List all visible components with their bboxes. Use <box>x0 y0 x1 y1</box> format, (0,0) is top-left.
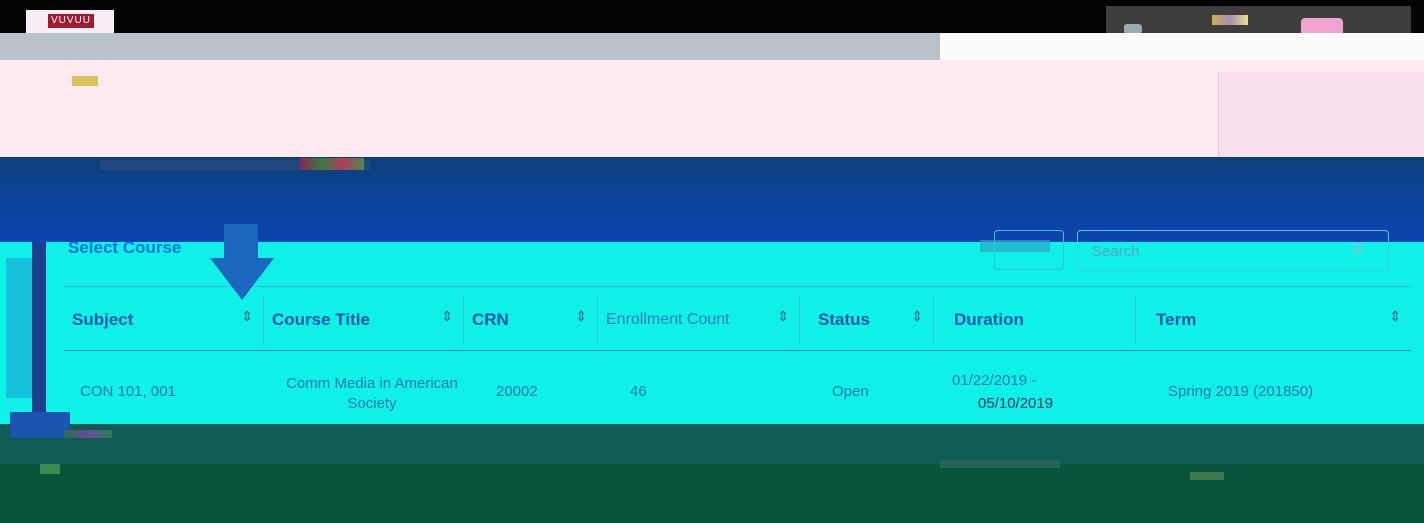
sort-updown-icon[interactable]: ⇕ <box>241 308 253 325</box>
cell-term: Spring 2019 (201850) <box>1168 383 1314 400</box>
logo-mark: VUVUU <box>48 14 94 28</box>
cell-subject: CON 101, 001 <box>80 383 176 400</box>
cell-enrollment: 46 <box>630 383 647 400</box>
footer-badge <box>10 412 70 438</box>
column-header-status[interactable]: Status ⇕ <box>800 296 934 344</box>
header-marker <box>72 76 98 86</box>
footer-marks <box>64 430 112 438</box>
cell-duration-start: 01/22/2019 - <box>952 372 1037 389</box>
column-header-enrollment[interactable]: Enrollment Count ⇕ <box>598 296 800 344</box>
footer-link-2[interactable] <box>1190 472 1224 480</box>
column-header-label: Term <box>1156 310 1197 329</box>
footer-link[interactable] <box>940 460 1060 468</box>
table-row-divider <box>64 350 1411 351</box>
page-header <box>0 60 1424 157</box>
left-rail <box>32 242 46 432</box>
cell-duration-end: 05/10/2019 <box>978 395 1054 412</box>
annotation-arrow-icon <box>210 258 274 300</box>
column-header-label: Course Title <box>272 310 370 329</box>
footer-band <box>0 424 1424 464</box>
column-header-subject[interactable]: Subject ⇕ <box>64 296 264 344</box>
cell-course-title: Comm Media in American Society <box>286 375 458 412</box>
column-header-label: CRN <box>472 310 509 329</box>
column-header-term[interactable]: Term ⇕ <box>1136 296 1411 344</box>
annotation-arrow-stem <box>224 224 258 258</box>
header-side-panel <box>1218 72 1424 157</box>
column-header-label: Status <box>818 310 870 329</box>
logo[interactable]: VUVUU <box>26 10 114 34</box>
left-rail-accent <box>6 258 32 398</box>
sort-updown-icon[interactable]: ⇕ <box>777 308 789 325</box>
user-area <box>1106 6 1411 33</box>
sort-updown-icon[interactable]: ⇕ <box>441 308 453 325</box>
user-name-chip[interactable] <box>1212 15 1248 25</box>
sort-updown-icon[interactable]: ⇕ <box>1389 308 1401 325</box>
search-icon[interactable]: ⚲ <box>1352 240 1372 260</box>
footer-icon <box>40 464 60 474</box>
column-header-label: Subject <box>72 310 134 329</box>
column-header-duration: Duration <box>934 296 1136 344</box>
cell-crn: 20002 <box>496 383 538 400</box>
column-header-label: Duration <box>954 310 1024 329</box>
sort-updown-icon[interactable]: ⇕ <box>575 308 587 325</box>
nav-strip <box>0 33 940 60</box>
nav-strip-right <box>940 33 1424 60</box>
column-header-label: Enrollment Count <box>606 311 730 328</box>
panel-title: Select Course <box>68 238 182 257</box>
sort-updown-icon[interactable]: ⇕ <box>911 308 923 325</box>
column-header-course-title[interactable]: Course Title ⇕ <box>264 296 464 344</box>
export-button[interactable] <box>994 230 1064 270</box>
cell-status: Open <box>832 383 869 400</box>
banner-chip <box>300 158 364 170</box>
search-input[interactable] <box>1077 230 1389 272</box>
column-header-crn[interactable]: CRN ⇕ <box>464 296 598 344</box>
